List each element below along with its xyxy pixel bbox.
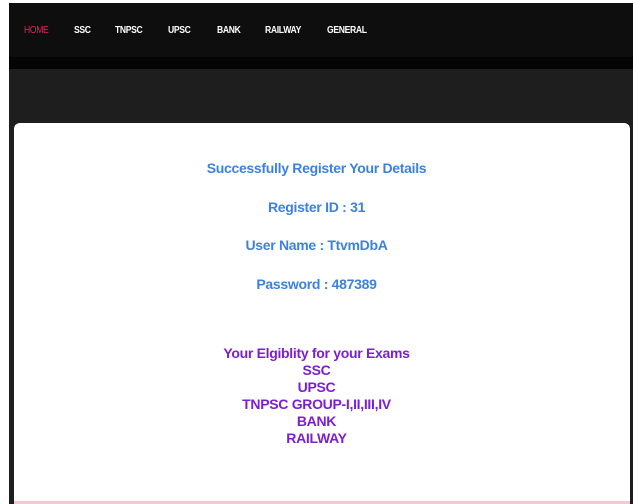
nav-divider xyxy=(9,57,633,69)
exam-item-bank: BANK xyxy=(296,413,337,429)
nav-item-railway[interactable]: RAILWAY xyxy=(265,25,301,36)
eligibility-heading: Your Elgiblity for your Exams xyxy=(223,345,410,361)
exam-item-ssc: SSC xyxy=(302,362,331,378)
header-band xyxy=(9,69,633,125)
page: HOME SSC TNPSC UPSC BANK RAILWAY GENERAL… xyxy=(0,0,633,504)
password: Password : 487389 xyxy=(256,276,377,292)
nav-item-home[interactable]: HOME xyxy=(24,25,49,36)
nav-item-general[interactable]: GENERAL xyxy=(327,25,367,36)
success-message: Successfully Register Your Details xyxy=(206,160,427,176)
exam-item-upsc: UPSC xyxy=(297,379,336,395)
register-id: Register ID : 31 xyxy=(267,199,366,215)
exam-item-railway: RAILWAY xyxy=(286,430,347,446)
nav-item-ssc[interactable]: SSC xyxy=(74,25,91,36)
user-name: User Name : TtvmDbA xyxy=(245,237,388,253)
nav-item-tnpsc[interactable]: TNPSC xyxy=(115,25,143,36)
top-navbar: HOME SSC TNPSC UPSC BANK RAILWAY GENERAL xyxy=(9,3,633,57)
nav-item-bank[interactable]: BANK xyxy=(217,25,241,36)
nav-item-upsc[interactable]: UPSC xyxy=(168,25,191,36)
exam-item-tnpsc: TNPSC GROUP-I,II,III,IV xyxy=(242,396,391,412)
